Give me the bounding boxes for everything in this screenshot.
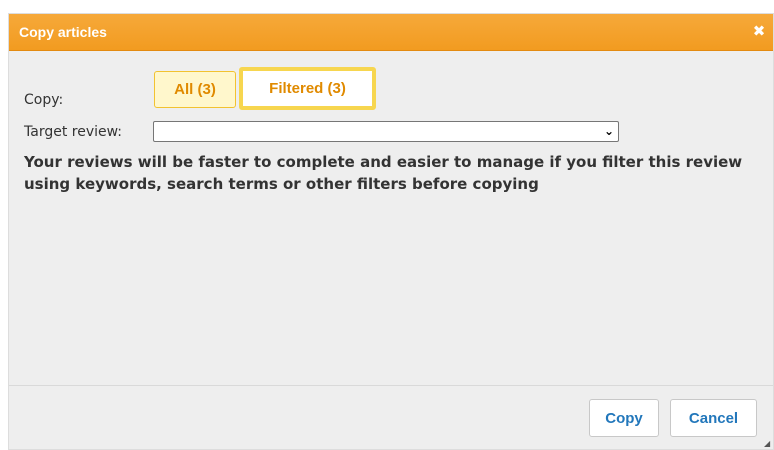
copy-button[interactable]: Copy: [589, 399, 659, 437]
footer-divider: [9, 385, 773, 386]
chevron-down-icon: ⌄: [603, 124, 614, 138]
cancel-button[interactable]: Cancel: [670, 399, 757, 437]
copy-label: Copy:: [24, 92, 64, 108]
close-icon[interactable]: ✖: [751, 23, 767, 39]
info-message: Your reviews will be faster to complete …: [24, 153, 743, 193]
copy-filtered-button[interactable]: Filtered (3): [239, 67, 376, 110]
copy-all-button[interactable]: All (3): [154, 71, 236, 108]
target-review-label: Target review:: [24, 124, 123, 140]
dialog-titlebar[interactable]: Copy articles ✖: [9, 14, 773, 51]
resize-handle-icon[interactable]: ◢: [764, 440, 772, 448]
target-review-select[interactable]: ⌄: [153, 121, 619, 142]
copy-articles-dialog: Copy articles ✖ Copy: All (3) Filtered (…: [8, 13, 774, 450]
dialog-title: Copy articles: [19, 24, 107, 40]
